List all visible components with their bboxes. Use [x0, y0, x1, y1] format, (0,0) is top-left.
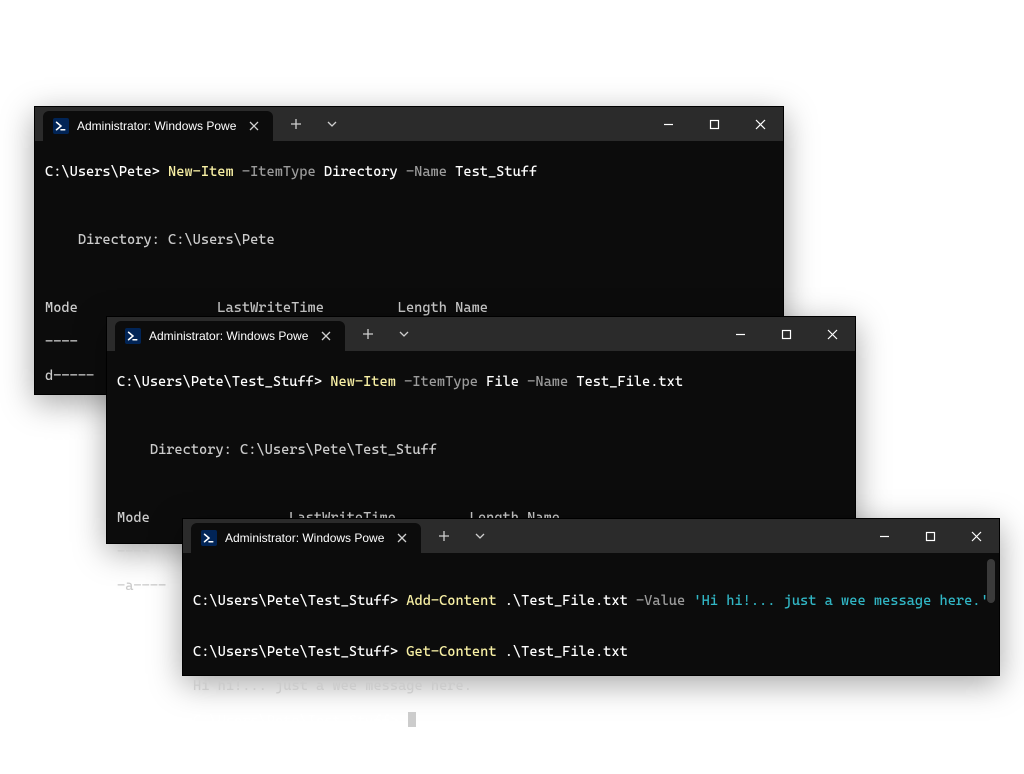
new-tab-button[interactable]: [429, 521, 459, 551]
tab-powershell[interactable]: Administrator: Windows PowerShell: [191, 523, 421, 553]
tab-powershell[interactable]: Administrator: Windows PowerShell: [43, 111, 273, 141]
minimize-button[interactable]: [645, 107, 691, 141]
new-tab-button[interactable]: [281, 109, 311, 139]
parameter: -Name: [527, 374, 576, 390]
tab-dropdown-button[interactable]: [389, 319, 419, 349]
tab-actions: [421, 519, 503, 553]
powershell-icon: [201, 530, 217, 546]
cmdlet: Get-Content: [406, 644, 504, 660]
cmdlet: New-Item: [168, 164, 242, 180]
output-directory: Directory: C:\Users\Pete\Test_Stuff: [117, 442, 845, 459]
prompt: C:\Users\Pete\Test_Stuff>: [193, 713, 406, 729]
scrollbar[interactable]: [985, 559, 997, 669]
output-directory: Directory: C:\Users\Pete: [45, 232, 773, 249]
tab-close-button[interactable]: [245, 117, 263, 135]
tab-title: Administrator: Windows PowerShell: [77, 119, 237, 133]
output-line: Hi hi!... just a wee message here.: [193, 678, 989, 695]
terminal-window-2: Administrator: Windows PowerShell: [106, 316, 856, 544]
tab-actions: [273, 107, 355, 141]
tab-powershell[interactable]: Administrator: Windows PowerShell: [115, 321, 345, 351]
minimize-button[interactable]: [717, 317, 763, 351]
tab-actions: [345, 317, 427, 351]
powershell-icon: [125, 328, 141, 344]
argument: .\Test_File.txt: [505, 644, 628, 660]
minimize-button[interactable]: [861, 519, 907, 553]
close-button[interactable]: [953, 519, 999, 553]
titlebar[interactable]: Administrator: Windows PowerShell: [107, 317, 855, 351]
parameter: -ItemType: [404, 374, 486, 390]
maximize-button[interactable]: [907, 519, 953, 553]
tab-dropdown-button[interactable]: [317, 109, 347, 139]
titlebar[interactable]: Administrator: Windows PowerShell: [35, 107, 783, 141]
prompt: C:\Users\Pete\Test_Stuff>: [117, 374, 330, 390]
argument: .\Test_File.txt: [505, 593, 636, 609]
argument: Test_Stuff: [455, 164, 537, 180]
window-controls: [861, 519, 999, 553]
scrollbar-thumb[interactable]: [987, 559, 995, 603]
output-header: Mode LastWriteTime Length Name: [45, 300, 773, 317]
tab-title: Administrator: Windows PowerShell: [149, 329, 309, 343]
new-tab-button[interactable]: [353, 319, 383, 349]
cmdlet: New-Item: [330, 374, 404, 390]
window-controls: [645, 107, 783, 141]
close-button[interactable]: [737, 107, 783, 141]
powershell-icon: [53, 118, 69, 134]
cursor: [408, 712, 416, 727]
maximize-button[interactable]: [763, 317, 809, 351]
argument: Test_File.txt: [576, 374, 683, 390]
parameter: -Name: [406, 164, 455, 180]
tab-close-button[interactable]: [317, 327, 335, 345]
titlebar[interactable]: Administrator: Windows PowerShell: [183, 519, 999, 553]
terminal-body[interactable]: C:\Users\Pete\Test_Stuff> Add-Content .\…: [183, 553, 999, 774]
maximize-button[interactable]: [691, 107, 737, 141]
prompt: C:\Users\Pete>: [45, 164, 168, 180]
tab-dropdown-button[interactable]: [465, 521, 495, 551]
prompt: C:\Users\Pete\Test_Stuff>: [193, 644, 406, 660]
argument: Directory: [324, 164, 406, 180]
prompt: C:\Users\Pete\Test_Stuff>: [193, 593, 406, 609]
parameter: -ItemType: [242, 164, 324, 180]
string-literal: 'Hi hi!... just a wee message here.': [693, 593, 988, 609]
terminal-window-3: Administrator: Windows PowerShell: [182, 518, 1000, 676]
argument: File: [486, 374, 527, 390]
tab-close-button[interactable]: [393, 529, 411, 547]
close-button[interactable]: [809, 317, 855, 351]
tab-title: Administrator: Windows PowerShell: [225, 531, 385, 545]
parameter: -Value: [636, 593, 693, 609]
window-controls: [717, 317, 855, 351]
cmdlet: Add-Content: [406, 593, 504, 609]
